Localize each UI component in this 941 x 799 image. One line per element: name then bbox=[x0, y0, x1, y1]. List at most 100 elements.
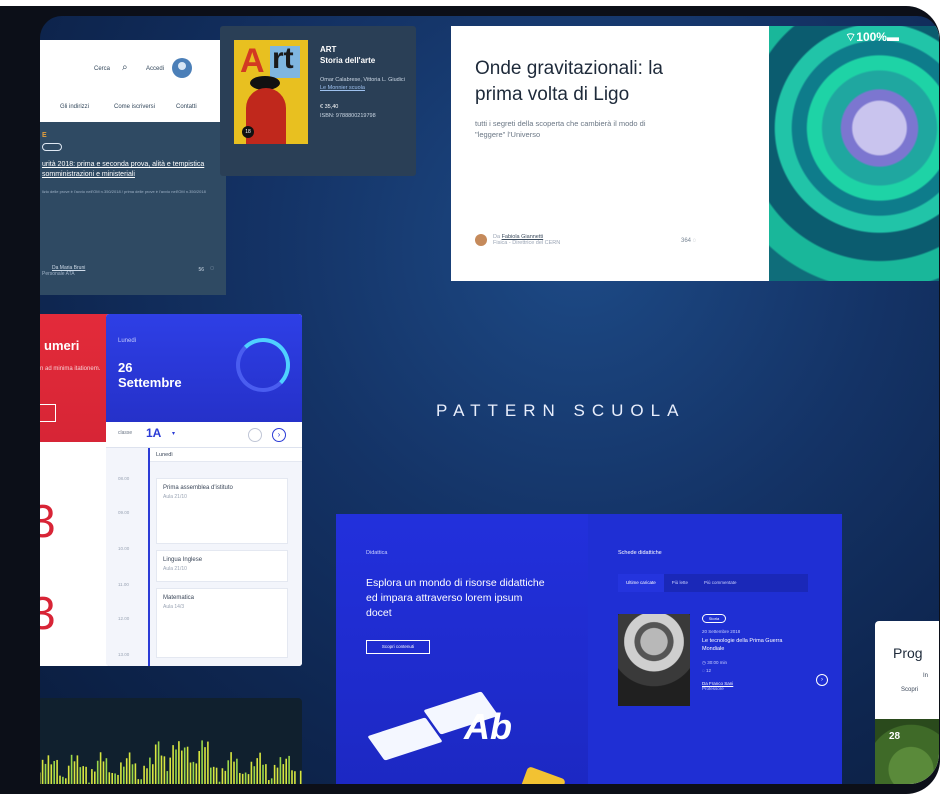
site-header: Cerca ⌕ Accedi Gli indirizzi Come iscriv… bbox=[40, 40, 226, 122]
waveform-bar bbox=[253, 766, 256, 784]
numbers-card[interactable]: umeri n ad minima itationem. 3 ▪ 3 bbox=[40, 314, 112, 666]
tab-ultime[interactable]: Ultime caricate bbox=[618, 574, 664, 592]
news-footer: Da Maria Bruni Personale ATA 56 ◌ bbox=[42, 265, 214, 277]
tag-pill[interactable] bbox=[42, 143, 62, 151]
waveform-bar bbox=[282, 764, 285, 784]
waveform-bar bbox=[47, 755, 50, 784]
scheda-photo[interactable] bbox=[618, 614, 690, 706]
waveform-bar bbox=[88, 782, 90, 784]
event-item[interactable]: Matematica Aula 14/3 bbox=[156, 588, 288, 658]
waveform-bar bbox=[117, 774, 119, 784]
book-title[interactable]: Storia dell'arte bbox=[320, 55, 410, 66]
event-item[interactable]: Prima assemblea d'istituto Aula 21/10 bbox=[156, 478, 288, 544]
waveform-bar bbox=[67, 765, 70, 784]
waveform-bar bbox=[178, 741, 180, 784]
illustration-card bbox=[367, 717, 443, 761]
clock-icon: ◷ bbox=[702, 660, 706, 665]
avatar[interactable] bbox=[172, 58, 192, 78]
news-card[interactable]: Cerca ⌕ Accedi Gli indirizzi Come iscriv… bbox=[40, 40, 226, 295]
comment-icon: ◌ bbox=[209, 265, 214, 272]
waveform-chart bbox=[40, 740, 302, 784]
waveform-bar bbox=[160, 755, 163, 784]
nav-item-iscriversi[interactable]: Come iscriversi bbox=[114, 104, 155, 110]
big-number-1: 3 bbox=[40, 495, 56, 547]
waveform-bar bbox=[70, 754, 73, 784]
waveform-bar bbox=[265, 764, 267, 784]
article-card[interactable]: Onde gravitazionali: la prima volta di L… bbox=[451, 26, 939, 281]
search-icon[interactable]: ⌕ bbox=[122, 62, 128, 73]
waveform-bar bbox=[108, 772, 111, 784]
nav-item-contatti[interactable]: Contatti bbox=[176, 104, 197, 110]
scheda-title[interactable]: Le tecnologie della Prima Guerra Mondial… bbox=[702, 637, 802, 653]
waveform-bar bbox=[247, 774, 250, 784]
calendar-weekday: Lunedì bbox=[118, 338, 137, 344]
book-card[interactable]: A rt 18 ART Storia dell'arte Omar Calabr… bbox=[220, 26, 416, 176]
news-title[interactable]: urità 2018: prima e seconda prova, alità… bbox=[42, 160, 214, 180]
class-value[interactable]: 1A bbox=[146, 426, 161, 440]
waveform-bar bbox=[279, 757, 282, 784]
waveform-bar bbox=[105, 758, 108, 784]
waveform-bar bbox=[154, 744, 157, 784]
timeline: Lunedì 08.00 09.00 10.00 11.00 12.00 13.… bbox=[106, 448, 302, 666]
login-link[interactable]: Accedi bbox=[146, 66, 164, 72]
book-price: € 35,40 bbox=[320, 104, 339, 110]
scheda-tag[interactable]: Storia bbox=[702, 614, 726, 623]
waveform-bar bbox=[239, 772, 241, 784]
scheda-comments: 12 bbox=[705, 668, 711, 673]
waveform-bar bbox=[221, 768, 224, 784]
next-arrow-button[interactable]: › bbox=[816, 674, 828, 686]
didattica-panel: Didattica Esplora un mondo di risorse di… bbox=[336, 514, 588, 784]
article-title[interactable]: Onde gravitazionali: la prima volta di L… bbox=[475, 56, 715, 108]
waveform-bar bbox=[134, 763, 137, 784]
waveform-bar bbox=[276, 767, 279, 784]
waveform-bar bbox=[120, 762, 122, 784]
waveform-bar bbox=[189, 762, 192, 784]
waveform-bar bbox=[268, 780, 270, 784]
waveform-bar bbox=[41, 759, 44, 784]
waveform-bar bbox=[114, 773, 116, 784]
numbers-button[interactable] bbox=[40, 404, 56, 422]
illustration-ab: Ab bbox=[464, 706, 512, 747]
waveform-bar bbox=[40, 772, 41, 784]
event-item[interactable]: Lingua Inglese Aula 21/10 bbox=[156, 550, 288, 582]
waveform-bar bbox=[111, 772, 113, 784]
didattica-card[interactable]: Didattica Esplora un mondo di risorse di… bbox=[336, 514, 842, 784]
pattern-title: PATTERN SCUOLA bbox=[436, 401, 686, 420]
book-badge: 18 bbox=[242, 126, 254, 138]
calendar-card[interactable]: Lunedì 26 Settembre classe 1A ▾ › Lunedì… bbox=[106, 314, 302, 666]
waveform-bar bbox=[273, 764, 276, 784]
search-link[interactable]: Cerca bbox=[94, 66, 110, 72]
article-image bbox=[769, 26, 939, 281]
prev-button[interactable] bbox=[248, 428, 262, 442]
book-cover: A rt 18 bbox=[234, 40, 308, 144]
waveform-bar bbox=[102, 761, 105, 784]
waveform-bar bbox=[212, 766, 215, 784]
waveform-bar bbox=[140, 779, 142, 784]
book-publisher[interactable]: Le Monnier scuola bbox=[320, 85, 410, 91]
waveform-bar bbox=[79, 767, 82, 784]
prog-card[interactable]: Prog In Scopri 28 bbox=[875, 621, 939, 784]
next-button[interactable]: › bbox=[272, 428, 286, 442]
waveform-bar bbox=[82, 766, 84, 784]
page-background: Cerca ⌕ Accedi Gli indirizzi Come iscriv… bbox=[0, 0, 941, 799]
waveform-bar bbox=[181, 750, 183, 784]
tab-piu-lette[interactable]: Più lette bbox=[664, 574, 696, 592]
time-1000: 10.00 bbox=[118, 546, 130, 551]
discover-button[interactable]: Scopri contenuti bbox=[366, 640, 430, 654]
cover-letter-a: A bbox=[240, 42, 265, 80]
waveform-bar bbox=[169, 757, 171, 784]
tab-piu-commentate[interactable]: Più commentate bbox=[696, 574, 745, 592]
comment-icon: ◌ bbox=[702, 668, 705, 673]
event-room: Aula 14/3 bbox=[163, 604, 185, 610]
waveform-bar bbox=[99, 752, 102, 784]
nav-item-indirizzi[interactable]: Gli indirizzi bbox=[60, 104, 89, 110]
waveform-bar bbox=[172, 745, 174, 784]
book-type: ART bbox=[320, 45, 337, 54]
waveform-bar bbox=[44, 763, 47, 784]
class-selector[interactable]: classe 1A ▾ › bbox=[106, 422, 302, 448]
article-comment-count: 364 ◌ bbox=[681, 238, 696, 244]
big-number-2: 3 bbox=[40, 587, 56, 639]
timeline-line bbox=[148, 448, 150, 666]
chevron-down-icon[interactable]: ▾ bbox=[172, 430, 175, 437]
illustration-shape bbox=[518, 766, 566, 784]
